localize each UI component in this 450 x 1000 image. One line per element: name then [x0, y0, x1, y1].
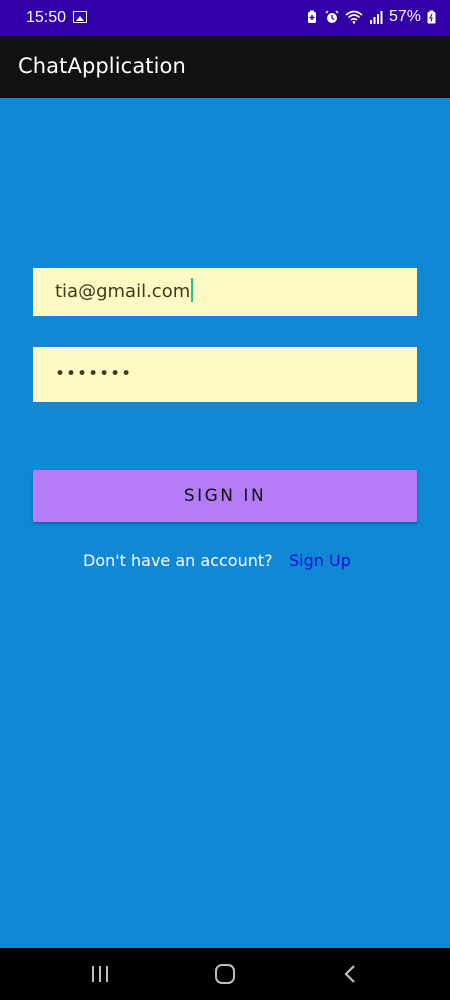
email-field[interactable]: tia@gmail.com	[33, 268, 417, 316]
recents-icon	[92, 966, 108, 982]
password-field[interactable]: •••••••	[33, 347, 417, 402]
status-time: 15:50	[26, 9, 67, 26]
password-value: •••••••	[55, 364, 133, 384]
text-cursor	[191, 278, 194, 302]
signal-icon	[369, 10, 383, 24]
back-icon	[344, 965, 355, 983]
email-value: tia@gmail.com	[55, 281, 191, 302]
battery-percentage: 57%	[388, 8, 421, 25]
app-bar: ChatApplication	[0, 36, 450, 98]
login-screen: 15:50 57% ChatApplication tia@gmail.com …	[0, 0, 450, 1000]
sign-up-link[interactable]: Sign Up	[289, 551, 351, 570]
back-button[interactable]	[320, 948, 380, 1000]
status-icons: 57%	[305, 8, 436, 26]
alarm-icon	[325, 10, 339, 24]
battery-icon	[427, 10, 436, 24]
home-button[interactable]	[195, 948, 255, 1000]
battery-saver-icon	[305, 10, 319, 24]
navigation-bar	[0, 948, 450, 1000]
account-prompt: Don't have an account?	[83, 551, 273, 570]
recents-button[interactable]	[70, 948, 130, 1000]
home-icon	[215, 964, 235, 984]
status-bar: 15:50 57%	[0, 0, 450, 36]
app-title: ChatApplication	[18, 54, 186, 78]
sign-in-button[interactable]: SIGN IN	[33, 470, 417, 522]
image-icon	[73, 11, 87, 23]
wifi-icon	[345, 10, 363, 24]
